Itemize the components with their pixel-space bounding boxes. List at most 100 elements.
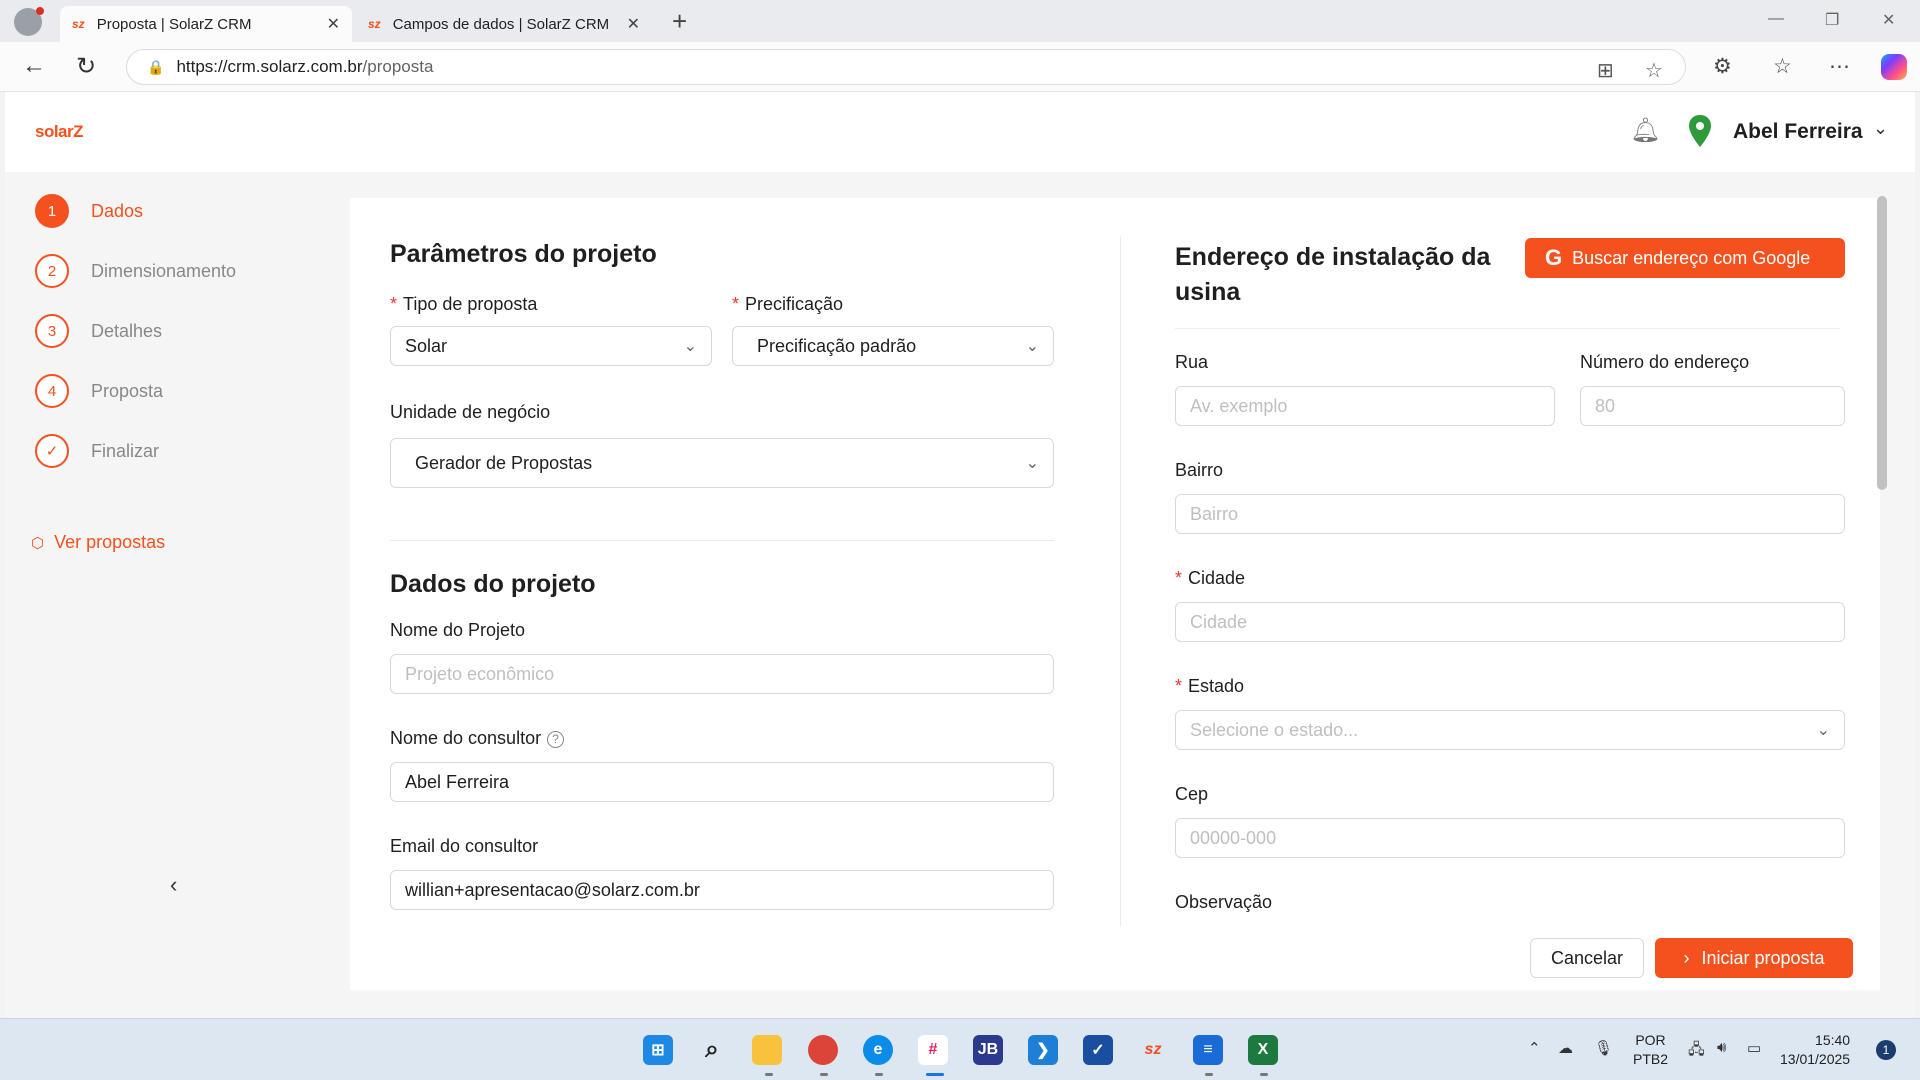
estado-select[interactable]: Selecione o estado... ⌄ (1175, 710, 1845, 750)
solarz-logo[interactable]: solarZ (35, 122, 84, 142)
step-dados[interactable]: 1 Dados (35, 194, 143, 228)
step-number: 2 (35, 254, 69, 288)
page-scrollbar[interactable] (1877, 196, 1887, 490)
close-tab-icon[interactable]: ✕ (327, 14, 340, 34)
url-path: /proposta (362, 57, 434, 76)
tipo-proposta-select[interactable]: Solar ⌄ (390, 326, 712, 366)
notification-badge[interactable]: 1 (1876, 1040, 1896, 1060)
notepad-icon[interactable]: ≡ (1193, 1035, 1223, 1065)
nome-projeto-label: Nome do Projeto (390, 620, 526, 640)
form-panel: Parâmetros do projeto * Tipo de proposta … (350, 198, 1880, 990)
running-indicator (765, 1073, 773, 1076)
language-indicator[interactable]: POR PTB2 (1633, 1031, 1668, 1069)
step-label: Dados (91, 200, 144, 221)
precificacao-select[interactable]: Precificação padrão ⌄ (732, 326, 1054, 366)
numero-input[interactable]: 80 (1580, 386, 1845, 426)
cidade-label: * Cidade (1175, 568, 1246, 588)
iniciar-proposta-button[interactable]: › Iniciar proposta (1655, 938, 1853, 978)
close-tab-icon[interactable]: ✕ (627, 14, 640, 34)
collapse-sidebar-icon[interactable]: ‹ (170, 872, 177, 898)
observacao-label: Observação (1175, 892, 1273, 912)
minimize-icon[interactable]: — (1768, 10, 1784, 28)
rua-label: Rua (1175, 352, 1209, 372)
buscar-google-button[interactable]: G Buscar endereço com Google (1525, 238, 1845, 278)
address-toolbar: ← ↻ 🔒 https://crm.solarz.com.br/proposta… (0, 42, 1920, 92)
iniciar-proposta-label: Iniciar proposta (1701, 947, 1825, 968)
jetbrains-icon[interactable]: JB (973, 1035, 1003, 1065)
back-icon[interactable]: ← (22, 52, 46, 80)
battery-icon[interactable]: ▭ (1747, 1039, 1761, 1057)
unidade-negocio-select[interactable]: Gerador de Propostas ⌄ (390, 438, 1054, 488)
vscode-icon[interactable]: ❯ (1028, 1035, 1058, 1065)
edge-icon[interactable]: e (863, 1035, 893, 1065)
tab-proposta[interactable]: sz Proposta | SolarZ CRM ✕ (60, 6, 352, 42)
tab-title: Campos de dados | SolarZ CRM (392, 15, 610, 33)
email-consultor-label: Email do consultor (390, 836, 539, 856)
bairro-input[interactable]: Bairro (1175, 494, 1845, 534)
step-finalizar[interactable]: ✓ Finalizar (35, 434, 159, 468)
ver-propostas-label: Ver propostas (54, 532, 166, 552)
running-indicator (1205, 1073, 1213, 1076)
rua-input[interactable]: Av. exemplo (1175, 386, 1555, 426)
app-install-icon[interactable]: ⊞ (1597, 58, 1614, 83)
whiteboard-icon[interactable]: ✓ (1083, 1035, 1113, 1065)
box-icon: ⬡ (31, 534, 45, 552)
cep-input[interactable]: 00000-000 (1175, 818, 1845, 858)
step-dimensionamento[interactable]: 2 Dimensionamento (35, 254, 236, 288)
nome-consultor-input[interactable]: Abel Ferreira (390, 762, 1054, 802)
buscar-google-label: Buscar endereço com Google (1572, 247, 1811, 268)
cloud-icon[interactable]: ☁ (1558, 1039, 1573, 1057)
help-icon[interactable]: ? (547, 730, 565, 748)
bell-icon[interactable]: 🔔︎ (1630, 116, 1660, 145)
more-menu-icon[interactable]: ⋯ (1829, 54, 1850, 79)
url-host: https://crm.solarz.com.br (176, 57, 363, 76)
microphone-icon[interactable]: 🎙︎ (1594, 1039, 1613, 1057)
close-window-icon[interactable]: ✕ (1882, 10, 1895, 30)
new-tab-icon[interactable]: + (672, 6, 687, 36)
step-label: Detalhes (91, 320, 163, 341)
active-indicator (926, 1073, 944, 1076)
profile-avatar[interactable] (14, 7, 44, 36)
step-proposta[interactable]: 4 Proposta (35, 374, 163, 408)
chevron-up-icon[interactable]: ⌃ (1528, 1039, 1541, 1057)
column-divider (1120, 236, 1121, 926)
restore-icon[interactable]: ❐ (1825, 10, 1839, 30)
file-explorer-icon[interactable] (752, 1035, 782, 1065)
user-name[interactable]: Abel Ferreira (1733, 120, 1863, 144)
favorite-star-icon[interactable]: ☆ (1645, 58, 1663, 83)
clock[interactable]: 15:40 13/01/2025 (1780, 1031, 1850, 1069)
favorites-icon[interactable]: ☆ (1773, 54, 1792, 79)
reload-icon[interactable]: ↻ (76, 52, 96, 81)
excel-icon[interactable]: X (1248, 1035, 1278, 1065)
copilot-icon[interactable] (1881, 54, 1907, 80)
nome-projeto-input[interactable]: Projeto econômico (390, 654, 1054, 694)
app-root: solarZ 🔔︎ Abel Ferreira ⌄ 1 Dados 2 Dime… (5, 92, 1915, 1018)
step-label: Finalizar (91, 440, 160, 461)
chevron-right-icon: › (1683, 947, 1690, 968)
running-indicator (875, 1073, 883, 1076)
slack-icon[interactable]: # (918, 1035, 948, 1065)
ver-propostas-link[interactable]: ⬡ Ver propostas (31, 532, 165, 553)
numero-label: Número do endereço (1580, 352, 1750, 372)
extensions-icon[interactable]: ⚙ (1713, 54, 1732, 79)
volume-icon[interactable]: 🔊︎ (1717, 1039, 1726, 1056)
tab-campos-de-dados[interactable]: sz Campos de dados | SolarZ CRM ✕ (356, 6, 652, 42)
search-icon[interactable]: ⌕ (697, 1035, 727, 1065)
url-bar[interactable]: 🔒 https://crm.solarz.com.br/proposta ⊞ ☆ (126, 49, 1686, 85)
estado-placeholder: Selecione o estado... (1190, 719, 1359, 740)
step-detalhes[interactable]: 3 Detalhes (35, 314, 162, 348)
lock-icon: 🔒 (147, 58, 165, 75)
network-icon[interactable]: 🖧 (1688, 1039, 1705, 1064)
email-consultor-input[interactable]: willian+apresentacao@solarz.com.br (390, 870, 1054, 910)
precificacao-value: Precificação padrão (757, 335, 917, 356)
cidade-input[interactable]: Cidade (1175, 602, 1845, 642)
section-title-parametros: Parâmetros do projeto (390, 240, 657, 268)
tab-title: Proposta | SolarZ CRM (96, 15, 252, 33)
cancel-button[interactable]: Cancelar (1530, 938, 1644, 978)
step-label: Dimensionamento (91, 260, 237, 281)
chrome-icon[interactable] (808, 1035, 838, 1065)
app-header: solarZ 🔔︎ Abel Ferreira ⌄ (5, 92, 1915, 172)
start-icon[interactable]: ⊞ (643, 1035, 673, 1065)
solarz-app-icon[interactable]: sz (1138, 1035, 1168, 1065)
chevron-down-icon[interactable]: ⌄ (1873, 118, 1888, 139)
